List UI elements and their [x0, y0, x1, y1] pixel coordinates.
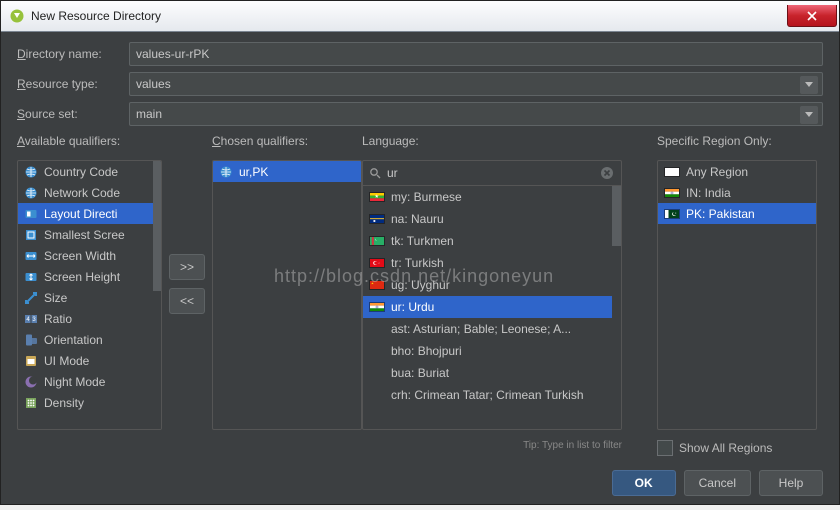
available-qualifiers-list[interactable]: Country Code Network Code Layout Directi Sm…: [17, 160, 162, 430]
available-qualifier-item[interactable]: Screen Height: [18, 266, 161, 287]
language-item[interactable]: my: Burmese: [363, 186, 621, 208]
language-search: [363, 161, 621, 186]
qualifier-label: Density: [44, 396, 84, 410]
qualifier-label: Network Code: [44, 186, 120, 200]
language-label: tr: Turkish: [391, 256, 444, 270]
language-item[interactable]: ug: Uyghur: [363, 274, 621, 296]
resource-type-combo[interactable]: values: [129, 72, 823, 96]
region-item[interactable]: IN: India: [658, 182, 816, 203]
show-all-regions-label: Show All Regions: [679, 441, 772, 455]
qualifier-label: UI Mode: [44, 354, 89, 368]
scrollbar-track[interactable]: [153, 161, 161, 429]
available-qualifier-item[interactable]: Size: [18, 287, 161, 308]
qualifier-label: Screen Width: [44, 249, 116, 263]
language-item[interactable]: tr: Turkish: [363, 252, 621, 274]
scrollbar-track[interactable]: [612, 186, 621, 429]
language-item[interactable]: crh: Crimean Tatar; Crimean Turkish: [363, 384, 621, 406]
qualifier-label: ur,PK: [239, 165, 268, 179]
available-header: Available qualifiers:: [17, 134, 162, 154]
qualifier-label: Night Mode: [44, 375, 105, 389]
source-set-label: Source set:: [17, 107, 129, 121]
resource-type-label: Resource type:: [17, 77, 129, 91]
chevron-down-icon: [800, 76, 818, 94]
qualifier-label: Orientation: [44, 333, 103, 347]
available-qualifier-item[interactable]: Layout Directi: [18, 203, 161, 224]
available-qualifier-item[interactable]: UI Mode: [18, 350, 161, 371]
resource-type-value: values: [136, 77, 171, 91]
close-button[interactable]: [787, 5, 837, 27]
search-icon: [369, 167, 381, 179]
chosen-qualifier-item[interactable]: ur,PK: [213, 161, 361, 182]
language-item[interactable]: bua: Buriat: [363, 362, 621, 384]
language-label: crh: Crimean Tatar; Crimean Turkish: [391, 388, 584, 402]
qualifier-label: Country Code: [44, 165, 118, 179]
language-search-input[interactable]: [385, 165, 595, 181]
clear-icon[interactable]: [599, 165, 615, 181]
language-label: tk: Turkmen: [391, 234, 454, 248]
close-icon: [807, 11, 817, 21]
chosen-qualifiers-list[interactable]: ur,PK: [212, 160, 362, 430]
region-item[interactable]: Any Region: [658, 161, 816, 182]
language-header: Language:: [362, 134, 622, 154]
app-icon: [9, 8, 25, 24]
region-list[interactable]: Any Region IN: India PK: Pakistan: [657, 160, 817, 430]
language-item[interactable]: bho: Bhojpuri: [363, 340, 621, 362]
region-item[interactable]: PK: Pakistan: [658, 203, 816, 224]
region-label: Any Region: [686, 165, 748, 179]
region-header: Specific Region Only:: [657, 134, 817, 154]
language-item[interactable]: ur: Urdu: [363, 296, 621, 318]
qualifier-label: Size: [44, 291, 67, 305]
language-label: ug: Uyghur: [391, 278, 450, 292]
qualifier-label: Screen Height: [44, 270, 120, 284]
dialog-title: New Resource Directory: [31, 9, 161, 23]
chosen-header: Chosen qualifiers:: [212, 134, 362, 154]
available-qualifier-item[interactable]: 43Ratio: [18, 308, 161, 329]
language-label: bho: Bhojpuri: [391, 344, 462, 358]
directory-name-input[interactable]: [129, 42, 823, 66]
remove-qualifier-button[interactable]: <<: [169, 288, 205, 314]
title-bar: New Resource Directory: [1, 1, 839, 32]
dialog-window: New Resource Directory Directory name: R…: [0, 0, 840, 505]
scrollbar-thumb[interactable]: [612, 186, 621, 246]
cancel-button[interactable]: Cancel: [684, 470, 751, 496]
language-label: bua: Buriat: [391, 366, 449, 380]
chevron-down-icon: [800, 106, 818, 124]
available-qualifier-item[interactable]: Screen Width: [18, 245, 161, 266]
language-list[interactable]: my: Burmese na: Nauru tk: Turkmen tr: Turki…: [362, 160, 622, 430]
language-item[interactable]: ast: Asturian; Bable; Leonese; A...: [363, 318, 621, 340]
language-label: ast: Asturian; Bable; Leonese; A...: [391, 322, 571, 336]
region-label: IN: India: [686, 186, 731, 200]
language-label: na: Nauru: [391, 212, 444, 226]
help-button[interactable]: Help: [759, 470, 823, 496]
language-item[interactable]: na: Nauru: [363, 208, 621, 230]
ok-button[interactable]: OK: [612, 470, 676, 496]
region-label: PK: Pakistan: [686, 207, 755, 221]
available-qualifier-item[interactable]: Network Code: [18, 182, 161, 203]
available-qualifier-item[interactable]: Smallest Scree: [18, 224, 161, 245]
show-all-regions-checkbox[interactable]: [657, 440, 673, 456]
scrollbar-thumb[interactable]: [153, 161, 161, 291]
qualifier-label: Smallest Scree: [44, 228, 125, 242]
available-qualifier-item[interactable]: Density: [18, 392, 161, 413]
qualifier-label: Ratio: [44, 312, 72, 326]
available-qualifier-item[interactable]: Night Mode: [18, 371, 161, 392]
add-qualifier-button[interactable]: >>: [169, 254, 205, 280]
language-label: ur: Urdu: [391, 300, 434, 314]
available-qualifier-item[interactable]: Orientation: [18, 329, 161, 350]
source-set-value: main: [136, 107, 162, 121]
language-item[interactable]: tk: Turkmen: [363, 230, 621, 252]
language-label: my: Burmese: [391, 190, 462, 204]
available-qualifier-item[interactable]: Country Code: [18, 161, 161, 182]
filter-tip: Tip: Type in list to filter: [362, 440, 622, 456]
source-set-combo[interactable]: main: [129, 102, 823, 126]
qualifier-label: Layout Directi: [44, 207, 117, 221]
directory-name-label: Directory name:: [17, 47, 129, 61]
